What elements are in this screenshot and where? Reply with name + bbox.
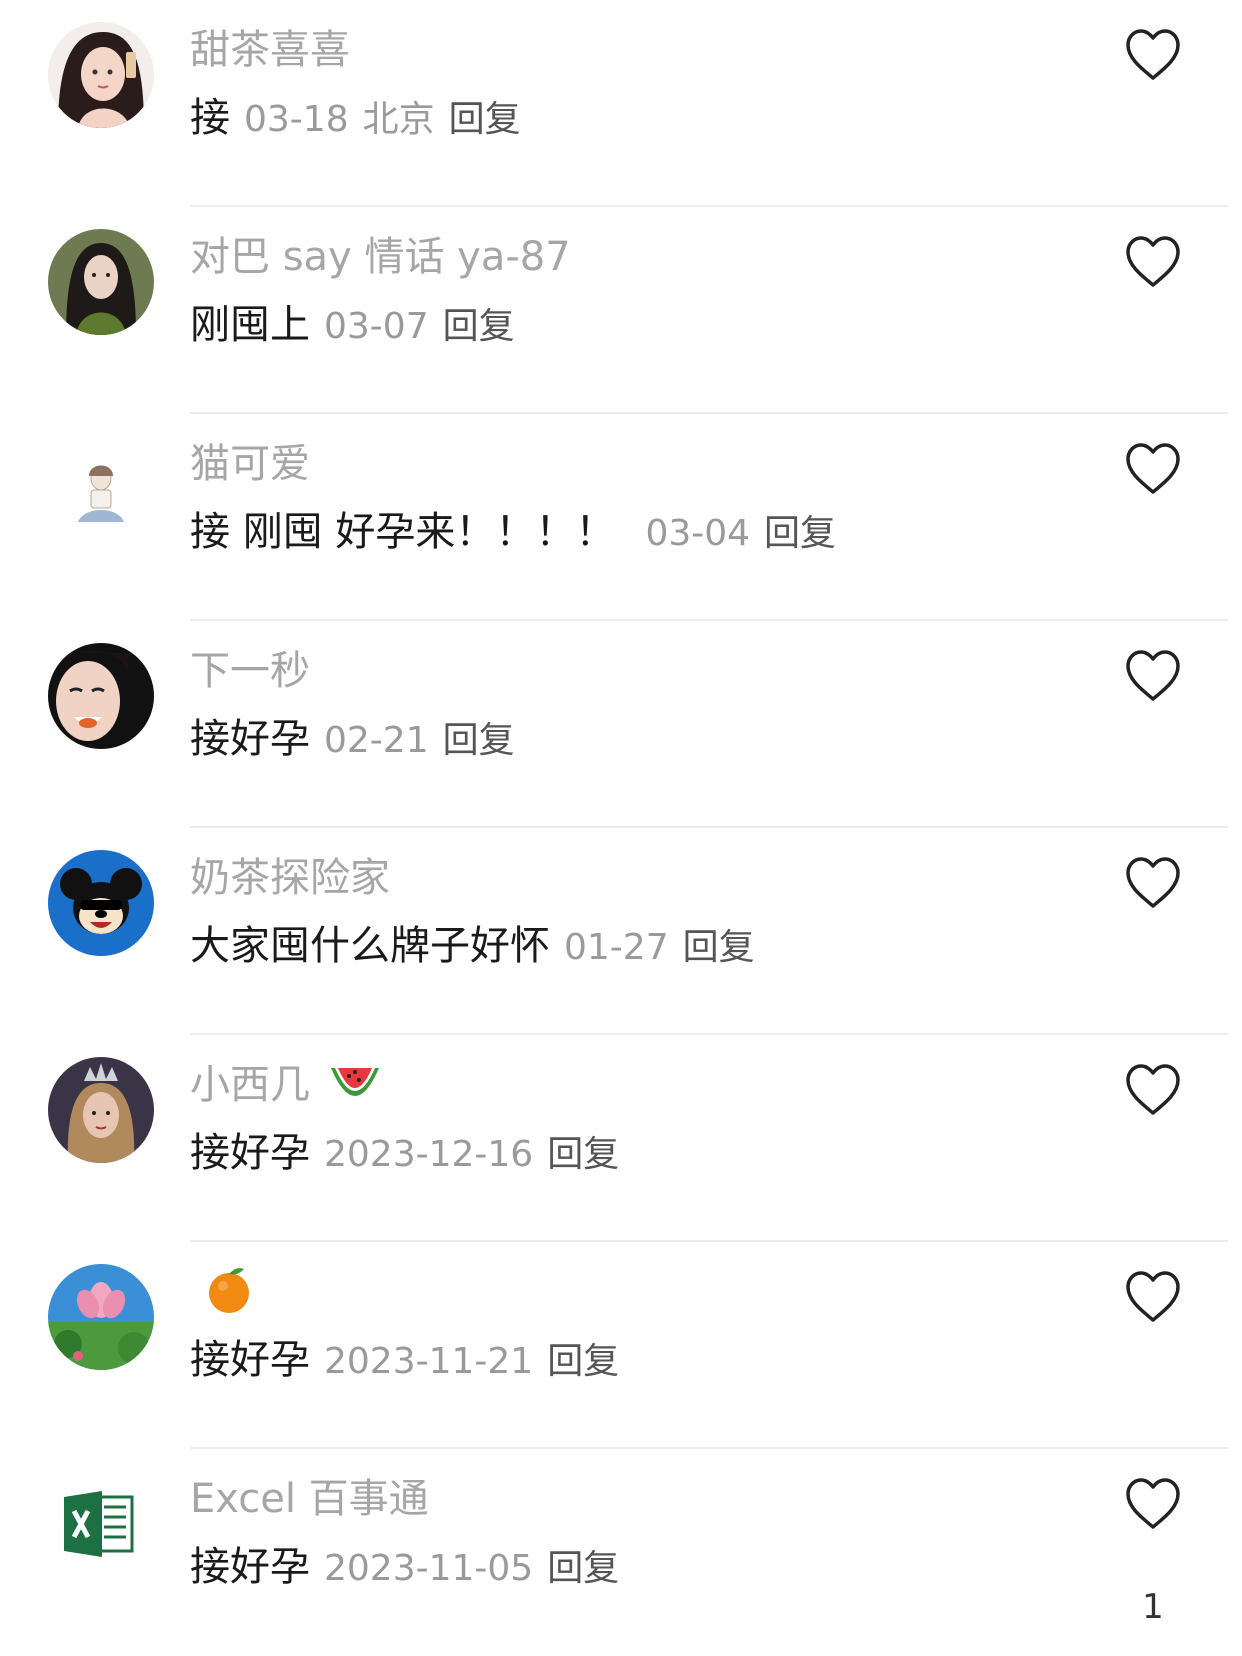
comment-date: 2023-11-21 (324, 1341, 534, 1382)
avatar[interactable] (48, 1057, 154, 1163)
avatar[interactable] (48, 436, 154, 542)
like-button[interactable] (1124, 442, 1182, 496)
comment-date: 2023-11-05 (324, 1548, 534, 1589)
reply-button[interactable]: 回复 (547, 1341, 619, 1382)
heart-icon (1126, 1478, 1180, 1529)
comment-item: 猫可爱 接 刚囤 好孕来！！！！ 03-04 回复 (0, 414, 1242, 621)
lotus-avatar-icon (48, 1264, 154, 1370)
comment-item: 接好孕 2023-11-21 回复 (0, 1242, 1242, 1449)
like-button[interactable] (1124, 28, 1182, 82)
like-button[interactable] (1124, 1477, 1182, 1531)
avatar-sketch-icon (48, 436, 154, 542)
username-text[interactable]: 小西几 (190, 1062, 310, 1108)
comment-item: 甜茶喜喜 接 03-18 北京 回复 (0, 0, 1242, 207)
reply-button[interactable]: 回复 (547, 1548, 619, 1589)
comment-body: 刚囤上 03-07 回复 (190, 297, 515, 361)
comment-date: 03-18 (244, 99, 349, 140)
comment-date: 02-21 (324, 720, 429, 761)
username-text[interactable]: 猫可爱 (190, 441, 310, 487)
heart-icon (1126, 857, 1180, 908)
avatar-girl-icon (48, 22, 154, 128)
reply-button[interactable]: 回复 (443, 306, 515, 347)
username[interactable]: 猫可爱 (190, 436, 310, 492)
comment-date: 03-04 (645, 513, 751, 554)
like-button[interactable] (1124, 856, 1182, 910)
username[interactable]: Excel 百事通 (190, 1471, 429, 1527)
reply-button[interactable]: 回复 (449, 99, 521, 140)
comment-item: Excel 百事通 接好孕 2023-11-05 回复 1 (0, 1449, 1242, 1656)
comment-date: 01-27 (564, 927, 669, 968)
comment-body: 接好孕 2023-11-21 回复 (190, 1332, 619, 1396)
heart-icon (1126, 443, 1180, 494)
avatar[interactable] (48, 1264, 154, 1370)
avatar[interactable] (48, 1471, 154, 1577)
like-button[interactable] (1124, 649, 1182, 703)
username-text[interactable]: 奶茶探险家 (190, 855, 390, 901)
heart-icon (1126, 650, 1180, 701)
like-button[interactable] (1124, 1063, 1182, 1117)
avatar[interactable] (48, 643, 154, 749)
like-button[interactable] (1124, 235, 1182, 289)
avatar[interactable] (48, 850, 154, 956)
excel-avatar-icon (48, 1471, 154, 1577)
avatar[interactable] (48, 22, 154, 128)
comment-text: 刚囤上 (190, 302, 310, 348)
username[interactable]: 奶茶探险家 (190, 850, 390, 906)
heart-icon (1126, 29, 1180, 80)
username[interactable]: 甜茶喜喜 (190, 22, 350, 78)
comment-date: 03-07 (324, 306, 429, 347)
username-text[interactable]: 甜茶喜喜 (190, 27, 350, 73)
comment-location: 北京 (362, 99, 435, 140)
reply-button[interactable]: 回复 (764, 513, 836, 554)
avatar-crown-icon (48, 1057, 154, 1163)
comment-text: 接好孕 (190, 1337, 310, 1383)
comment-body: 接好孕 02-21 回复 (190, 711, 515, 775)
comment-item: 下一秒 接好孕 02-21 回复 (0, 621, 1242, 828)
comment-item: 对巴 say 情话 ya-87 刚囤上 03-07 回复 (0, 207, 1242, 414)
comment-body: 接 刚囤 好孕来！！！！ 03-04 回复 (190, 504, 836, 568)
comment-text: 接 刚囤 好孕来！！！！ (190, 509, 616, 555)
heart-icon (1126, 236, 1180, 287)
comment-item: 奶茶探险家 大家囤什么牌子好怀 01-27 回复 (0, 828, 1242, 1035)
username[interactable]: 下一秒 (190, 643, 310, 699)
comment-text: 接好孕 (190, 716, 310, 762)
orange-icon (206, 1264, 252, 1329)
reply-button[interactable]: 回复 (443, 720, 515, 761)
comment-list: 甜茶喜喜 接 03-18 北京 回复 对巴 say 情话 ya-87 刚囤上 03-07… (0, 0, 1242, 1637)
avatar-girl-green-icon (48, 229, 154, 335)
username[interactable]: 对巴 say 情话 ya-87 (190, 229, 571, 285)
comment-date: 2023-12-16 (324, 1134, 534, 1175)
watermelon-icon (329, 1059, 381, 1115)
comment-body: 大家囤什么牌子好怀 01-27 回复 (190, 918, 755, 982)
comment-body: 接好孕 2023-11-05 回复 (190, 1539, 619, 1603)
mickey-avatar-icon (48, 850, 154, 956)
username-text[interactable]: Excel 百事通 (190, 1476, 429, 1522)
reply-button[interactable]: 回复 (683, 927, 755, 968)
reply-button[interactable]: 回复 (547, 1134, 619, 1175)
comment-text: 大家囤什么牌子好怀 (190, 923, 550, 969)
like-button[interactable] (1124, 1270, 1182, 1324)
username[interactable] (190, 1264, 252, 1329)
avatar-smile-icon (48, 643, 154, 749)
username-text[interactable]: 下一秒 (190, 648, 310, 694)
heart-icon (1126, 1271, 1180, 1322)
comment-body: 接好孕 2023-12-16 回复 (190, 1125, 619, 1189)
comment-text: 接 (190, 95, 230, 141)
comment-body: 接 03-18 北京 回复 (190, 90, 521, 154)
like-count: 1 (1142, 1587, 1164, 1627)
comment-item: 小西几 接好孕 2023-12-16 回复 (0, 1035, 1242, 1242)
comment-text: 接好孕 (190, 1130, 310, 1176)
heart-icon (1126, 1064, 1180, 1115)
username-text[interactable]: 对巴 say 情话 ya-87 (190, 234, 571, 280)
username[interactable]: 小西几 (190, 1057, 381, 1115)
avatar[interactable] (48, 229, 154, 335)
comment-text: 接好孕 (190, 1544, 310, 1590)
